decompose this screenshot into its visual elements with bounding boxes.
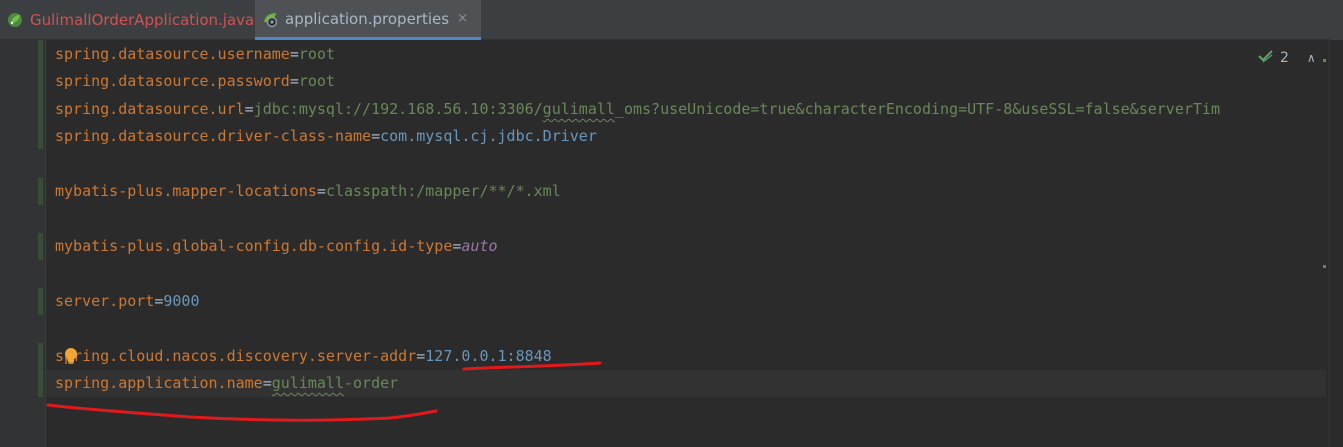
equals-sign: =	[244, 100, 254, 118]
property-key: spring.datasource.password	[55, 72, 290, 90]
equals-sign: =	[416, 347, 426, 365]
editor-gutter[interactable]	[0, 40, 46, 447]
equals-sign: =	[316, 182, 326, 200]
property-value: jdbc:mysql://192.168.56.10:3306/	[253, 100, 543, 118]
property-key: spring.datasource.url	[55, 100, 245, 118]
property-key: server.port	[55, 292, 155, 310]
inspections-widget[interactable]: 2 ∧ ∨	[1258, 48, 1337, 68]
property-value: 9000	[163, 292, 200, 310]
spelling-typo[interactable]: gulimall	[543, 100, 615, 118]
property-key: spring.datasource.driver-class-name	[55, 127, 372, 145]
vcs-change-marker[interactable]	[38, 40, 43, 149]
code-editor[interactable]: spring.datasource.username=root spring.d…	[0, 40, 1343, 447]
equals-sign: =	[289, 45, 299, 63]
tab-label: GulimallOrderApplication.java	[30, 11, 255, 29]
vcs-change-marker[interactable]	[38, 288, 43, 315]
property-value: -order	[344, 374, 399, 392]
code-area[interactable]: spring.datasource.username=root spring.d…	[55, 40, 1323, 447]
previous-highlight-icon[interactable]: ∧	[1307, 51, 1316, 65]
tab-bar-scroll[interactable]	[1331, 0, 1343, 40]
code-line[interactable]: spring.datasource.password=root	[55, 68, 335, 95]
code-line[interactable]: spring.datasource.driver-class-name=com.…	[55, 123, 597, 150]
property-value: root	[298, 45, 335, 63]
editor-scrollbar[interactable]	[1329, 40, 1343, 447]
inspection-count: 2	[1280, 50, 1289, 66]
vcs-change-marker[interactable]	[38, 343, 43, 397]
check-icon[interactable]	[1258, 49, 1274, 67]
tab-application-properties[interactable]: application.properties ×	[255, 0, 481, 40]
code-line[interactable]: spring.datasource.url=jdbc:mysql://192.1…	[55, 96, 1220, 123]
property-value: auto	[461, 237, 498, 255]
tab-label: application.properties	[285, 9, 450, 28]
equals-sign: =	[262, 374, 272, 392]
code-line[interactable]: spring.cloud.nacos.discovery.server-addr…	[55, 343, 552, 370]
code-line[interactable]: mybatis-plus.mapper-locations=classpath:…	[55, 178, 561, 205]
code-line[interactable]: spring.datasource.username=root	[55, 41, 335, 68]
property-value: 127.0.0.1:8848	[425, 347, 552, 365]
lightbulb-icon[interactable]	[63, 347, 79, 365]
property-key: spring.application.name	[55, 374, 263, 392]
close-tab-icon[interactable]: ×	[457, 11, 468, 26]
vcs-change-marker[interactable]	[38, 233, 43, 260]
property-key: mybatis-plus.global-config.db-config.id-…	[55, 237, 453, 255]
ide-window: GulimallOrderApplication.java applicatio…	[0, 0, 1343, 447]
vcs-change-marker[interactable]	[38, 178, 43, 205]
property-value: com.mysql.cj.jdbc.Driver	[380, 127, 597, 145]
property-key: mybatis-plus.mapper-locations	[55, 182, 317, 200]
error-stripe-mark[interactable]	[1323, 265, 1326, 268]
property-value: _oms?useUnicode=true&characterEncoding=U…	[614, 100, 1220, 118]
spelling-typo[interactable]: gulimall	[272, 374, 344, 392]
tab-gulimall-order-application[interactable]: GulimallOrderApplication.java	[0, 0, 254, 40]
code-line[interactable]: server.port=9000	[55, 288, 200, 315]
equals-sign: =	[289, 72, 299, 90]
property-value: classpath:/mapper/**/*.xml	[325, 182, 561, 200]
property-value: root	[298, 72, 335, 90]
property-key: spring.cloud.nacos.discovery.server-addr	[55, 347, 417, 365]
property-key: spring.datasource.username	[55, 45, 290, 63]
code-line[interactable]: spring.application.name=gulimall-order	[55, 370, 398, 397]
error-stripe-mark[interactable]	[1323, 59, 1326, 62]
editor-tab-bar: GulimallOrderApplication.java applicatio…	[0, 0, 1343, 40]
equals-sign: =	[371, 127, 381, 145]
code-line[interactable]: mybatis-plus.global-config.db-config.id-…	[55, 233, 498, 260]
spring-properties-icon	[261, 10, 279, 28]
spring-boot-class-icon	[6, 11, 24, 29]
